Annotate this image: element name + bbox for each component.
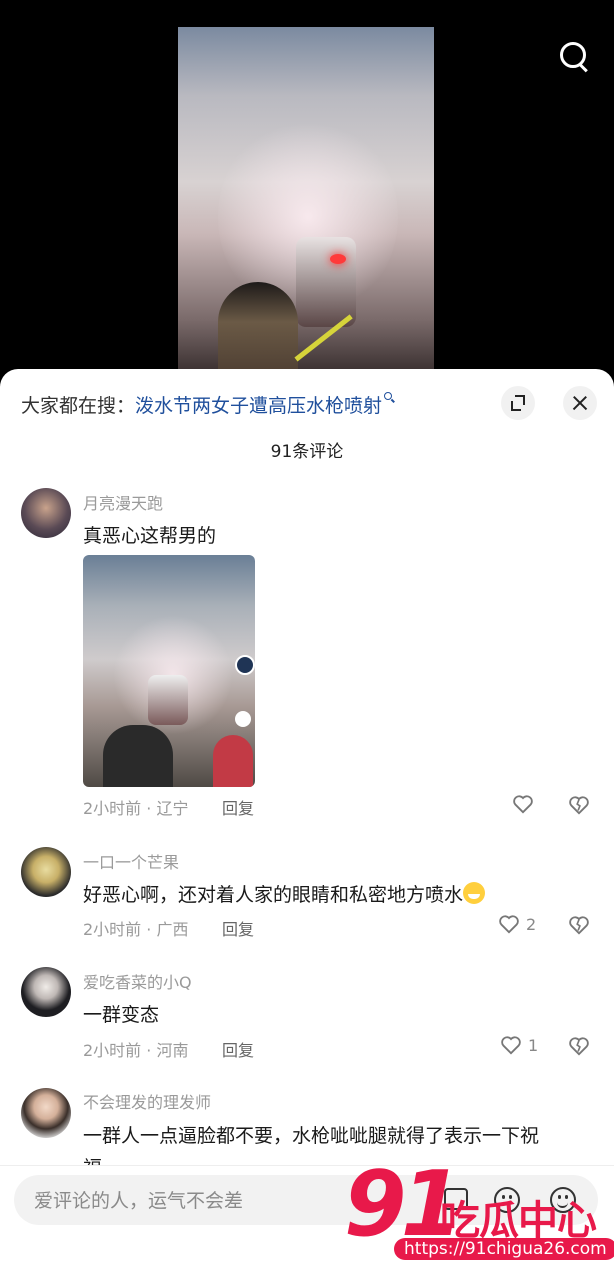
watermark-url: https://91chigua26.com xyxy=(394,1238,614,1260)
trending-search[interactable]: 大家都在搜： 泼水节两女子遭高压水枪喷射 xyxy=(21,389,395,419)
comment-image[interactable] xyxy=(83,555,255,787)
expand-button[interactable] xyxy=(501,386,535,420)
watermark-logo: 91 吃瓜中心 https://91chigua26.com xyxy=(344,1160,614,1270)
like-count: 1 xyxy=(528,1035,539,1055)
comment-nickname[interactable]: 不会理发的理发师 xyxy=(83,1089,211,1113)
video-tail-light xyxy=(330,254,346,264)
dislike-icon[interactable] xyxy=(568,795,590,815)
comment-text-content: 好恶心啊，还对着人家的眼睛和私密地方喷水 xyxy=(83,884,464,906)
video-player[interactable] xyxy=(0,0,614,400)
reply-button[interactable]: 回复 xyxy=(222,916,254,940)
video-frame[interactable] xyxy=(178,27,434,372)
comment-text: 一群人一点逼脸都不要，水枪呲呲腿就得了表示一下祝 xyxy=(83,1125,540,1147)
comments-sheet: 大家都在搜： 泼水节两女子遭高压水枪喷射 91条评论 月亮漫天跑 真恶心这帮男的… xyxy=(0,369,614,1280)
search-icon[interactable] xyxy=(555,37,593,75)
heart-icon xyxy=(499,915,519,934)
comment-nickname[interactable]: 一口一个芒果 xyxy=(83,849,179,873)
comment-meta: 2小时前 · 广西 xyxy=(83,920,189,939)
reply-button[interactable]: 回复 xyxy=(222,795,254,819)
comment-meta: 2小时前 · 河南 xyxy=(83,1041,189,1060)
heart-icon xyxy=(501,1036,521,1055)
search-mini-icon xyxy=(384,392,395,403)
sweat-smile-emoji-icon xyxy=(463,882,486,904)
comment-nickname[interactable]: 爱吃香菜的小Q xyxy=(83,969,192,993)
reply-button[interactable]: 回复 xyxy=(222,1037,254,1061)
dislike-icon[interactable] xyxy=(568,1036,590,1056)
comment-nickname[interactable]: 月亮漫天跑 xyxy=(83,490,163,514)
avatar[interactable] xyxy=(21,967,71,1017)
like-button[interactable]: 1 xyxy=(500,1035,538,1055)
video-person xyxy=(218,282,298,372)
comment-input[interactable] xyxy=(32,1175,376,1227)
comment-text: 好恶心啊，还对着人家的眼睛和私密地方喷水 xyxy=(83,880,486,907)
heart-icon xyxy=(513,795,533,814)
trending-query-link[interactable]: 泼水节两女子遭高压水枪喷射 xyxy=(135,391,382,418)
comment-text: 真恶心这帮男的 xyxy=(83,525,217,547)
avatar[interactable] xyxy=(21,488,71,538)
comment-text: 一群变态 xyxy=(83,1004,160,1026)
close-button[interactable] xyxy=(563,386,597,420)
like-count: 2 xyxy=(526,914,537,934)
avatar[interactable] xyxy=(21,1088,71,1138)
comment-meta: 2小时前 · 辽宁 xyxy=(83,799,189,818)
comment-count: 91条评论 xyxy=(270,442,344,462)
like-button[interactable] xyxy=(512,794,534,814)
like-button[interactable]: 2 xyxy=(498,914,536,934)
dislike-icon[interactable] xyxy=(568,915,590,935)
avatar[interactable] xyxy=(21,847,71,897)
video-scooter xyxy=(296,237,356,327)
trending-prefix: 大家都在搜： xyxy=(21,394,136,417)
